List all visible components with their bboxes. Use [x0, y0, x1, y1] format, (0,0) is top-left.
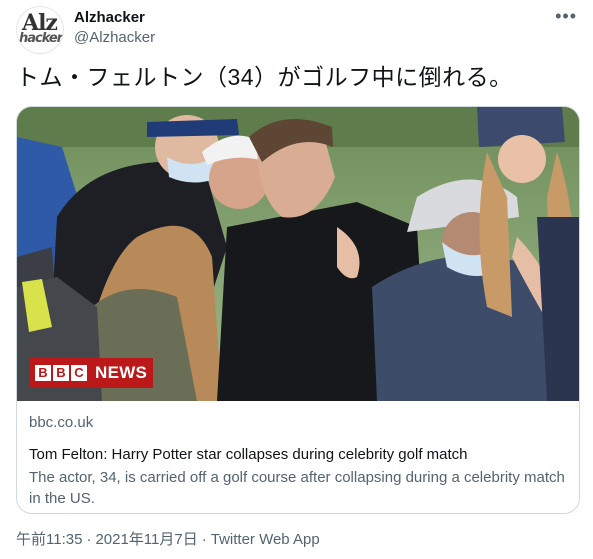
card-image[interactable] [17, 107, 580, 401]
card-description: The actor, 34, is carried off a golf cou… [29, 469, 565, 507]
card-title[interactable]: Tom Felton: Harry Potter star collapses … [29, 445, 569, 465]
link-card[interactable]: B B C NEWS bbc.co.uk Tom Felton: Harry P… [16, 106, 580, 514]
meta-separator-2: · [201, 531, 207, 548]
meta-separator: · [86, 531, 92, 548]
author-names: Alzhacker @Alzhacker [74, 8, 155, 48]
user-handle[interactable]: @Alzhacker [74, 28, 155, 48]
avatar-logo-subtext: hacker [19, 31, 63, 46]
tweet-client[interactable]: Twitter Web App [211, 531, 320, 548]
tweet-time[interactable]: 午前11:35 [16, 531, 82, 548]
bbc-letter-b2: B [53, 365, 69, 381]
avatar[interactable]: Alz hacker [16, 6, 64, 54]
bbc-letter-b1: B [35, 365, 51, 381]
card-domain: bbc.co.uk [29, 414, 94, 431]
tweet-date[interactable]: 2021年11月7日 [95, 531, 197, 548]
bbc-news-text: NEWS [95, 363, 148, 382]
tweet-header: Alz hacker Alzhacker @Alzhacker ••• [16, 6, 579, 54]
card-body[interactable]: bbc.co.uk Tom Felton: Harry Potter star … [29, 413, 569, 509]
tweet-meta: 午前11:35 · 2021年11月7日 · Twitter Web App [16, 530, 320, 550]
bbc-letter-c: C [71, 365, 87, 381]
more-dots-icon[interactable]: ••• [555, 6, 577, 27]
display-name[interactable]: Alzhacker [74, 8, 155, 28]
tweet-text: トム・フェルトン（34）がゴルフ中に倒れる。 [16, 64, 513, 90]
bbc-news-logo: B B C NEWS [29, 358, 153, 388]
